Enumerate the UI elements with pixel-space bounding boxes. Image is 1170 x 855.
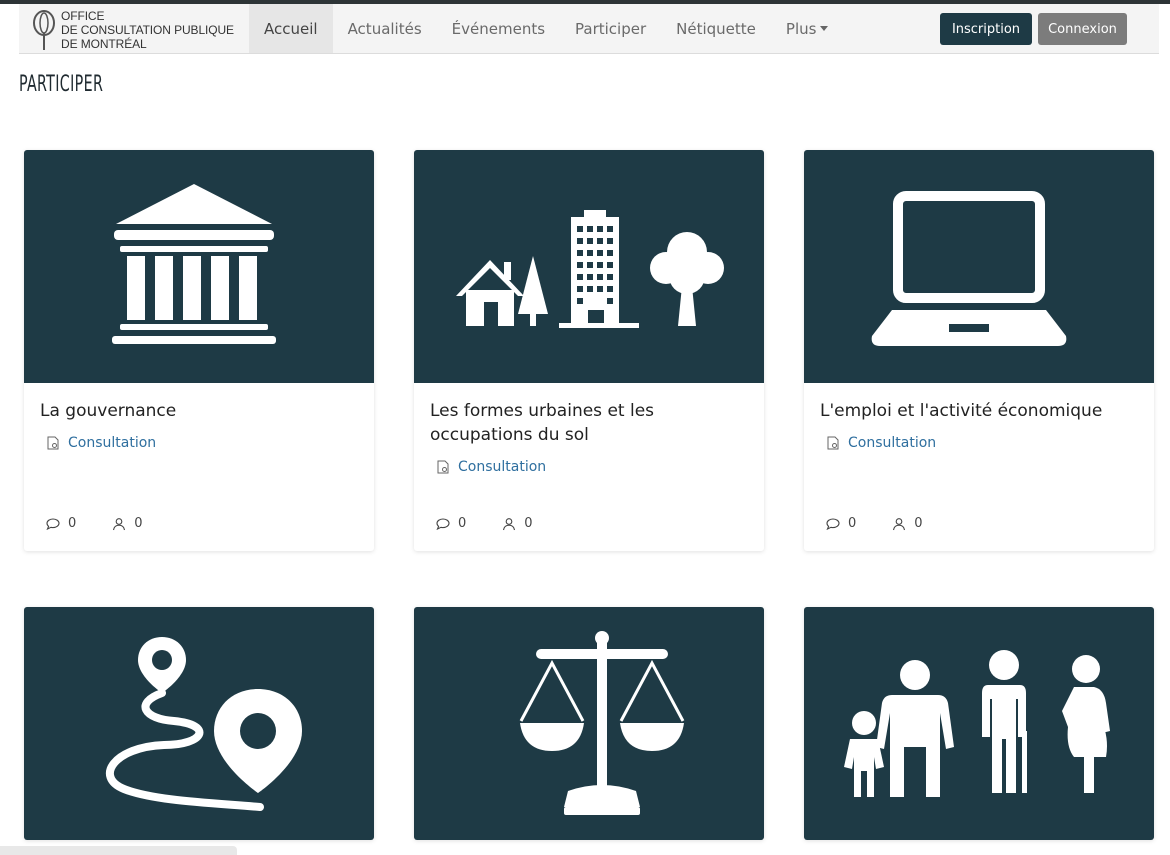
comments-count: 0 (68, 516, 77, 531)
nav-item-label: Actualités (347, 19, 422, 38)
main-nav: Accueil Actualités Événements Participer… (249, 4, 843, 53)
category-label: Consultation (68, 435, 157, 451)
nav-item-label: Plus (785, 19, 817, 38)
caret-down-icon (820, 26, 829, 31)
participants-stat: 0 (892, 516, 923, 531)
family-people-icon (844, 650, 1110, 797)
consultation-card[interactable] (804, 607, 1154, 840)
comments-stat: 0 (46, 516, 76, 531)
nav-item-plus-dropdown[interactable]: Plus (771, 4, 844, 53)
top-navbar: Office de consultation publique de Montr… (19, 4, 1159, 54)
signup-button[interactable]: Inscription (940, 13, 1032, 45)
participants-stat: 0 (112, 516, 143, 531)
card-image (414, 150, 764, 383)
justice-scales-icon (519, 631, 685, 815)
brand-line-2: de consultation publique (61, 23, 234, 37)
nav-item-label: Nétiquette (676, 19, 756, 38)
user-icon (893, 517, 906, 530)
document-category-icon (827, 436, 839, 450)
nav-item-actualites[interactable]: Actualités (333, 4, 437, 53)
nav-item-label: Participer (575, 19, 647, 38)
card-stats: 0 0 (436, 516, 569, 531)
document-category-icon (47, 436, 59, 450)
consultation-card[interactable] (414, 607, 764, 840)
brand-line-3: de Montréal (61, 37, 147, 51)
card-image (24, 150, 374, 383)
brand-logo[interactable]: Office de consultation publique de Montr… (31, 8, 234, 52)
laptop-icon (871, 191, 1067, 346)
consultation-card[interactable]: Les formes urbaines et les occupations d… (414, 150, 764, 551)
nav-item-evenements[interactable]: Événements (437, 4, 560, 53)
category-label: Consultation (458, 459, 547, 475)
consultation-card[interactable] (24, 607, 374, 840)
category-link[interactable]: Consultation (430, 459, 748, 475)
government-building-icon (112, 184, 276, 344)
card-image (804, 607, 1154, 840)
comments-count: 0 (848, 516, 857, 531)
card-stats: 0 0 (826, 516, 959, 531)
card-title[interactable]: Les formes urbaines et les occupations d… (430, 399, 748, 447)
brand-line-1: Office (61, 9, 105, 23)
card-title[interactable]: La gouvernance (40, 399, 358, 423)
brand-name: Office de consultation publique de Montr… (61, 9, 234, 51)
participants-count: 0 (134, 516, 143, 531)
comments-stat: 0 (436, 516, 466, 531)
page-title: PARTICIPER (19, 72, 104, 97)
comment-icon (826, 517, 840, 530)
card-title[interactable]: L'emploi et l'activité économique (820, 399, 1138, 423)
login-button[interactable]: Connexion (1038, 13, 1127, 45)
nav-item-participer[interactable]: Participer (560, 4, 661, 53)
nav-item-netiquette[interactable]: Nétiquette (661, 4, 771, 53)
card-image (24, 607, 374, 840)
comments-stat: 0 (826, 516, 856, 531)
nav-item-label: Événements (451, 19, 546, 38)
card-image (804, 150, 1154, 383)
card-image (414, 607, 764, 840)
comment-icon (436, 517, 450, 530)
consultation-card[interactable]: L'emploi et l'activité économique Consul… (804, 150, 1154, 551)
user-icon (503, 517, 516, 530)
user-icon (113, 517, 126, 530)
category-link[interactable]: Consultation (40, 435, 358, 451)
route-map-pin-icon (106, 637, 302, 811)
card-stats: 0 0 (46, 516, 179, 531)
urban-land-use-icon (456, 210, 724, 328)
ocpm-logo-icon (33, 10, 55, 50)
participants-count: 0 (524, 516, 533, 531)
document-category-icon (437, 460, 449, 474)
comments-count: 0 (458, 516, 467, 531)
consultation-card[interactable]: La gouvernance Consultation 0 0 (24, 150, 374, 551)
nav-item-accueil[interactable]: Accueil (249, 4, 333, 53)
nav-item-label: Accueil (264, 19, 318, 38)
comment-icon (46, 517, 60, 530)
participants-stat: 0 (502, 516, 533, 531)
category-link[interactable]: Consultation (820, 435, 1138, 451)
category-label: Consultation (848, 435, 937, 451)
participants-count: 0 (914, 516, 923, 531)
browser-status-bar (0, 846, 237, 855)
